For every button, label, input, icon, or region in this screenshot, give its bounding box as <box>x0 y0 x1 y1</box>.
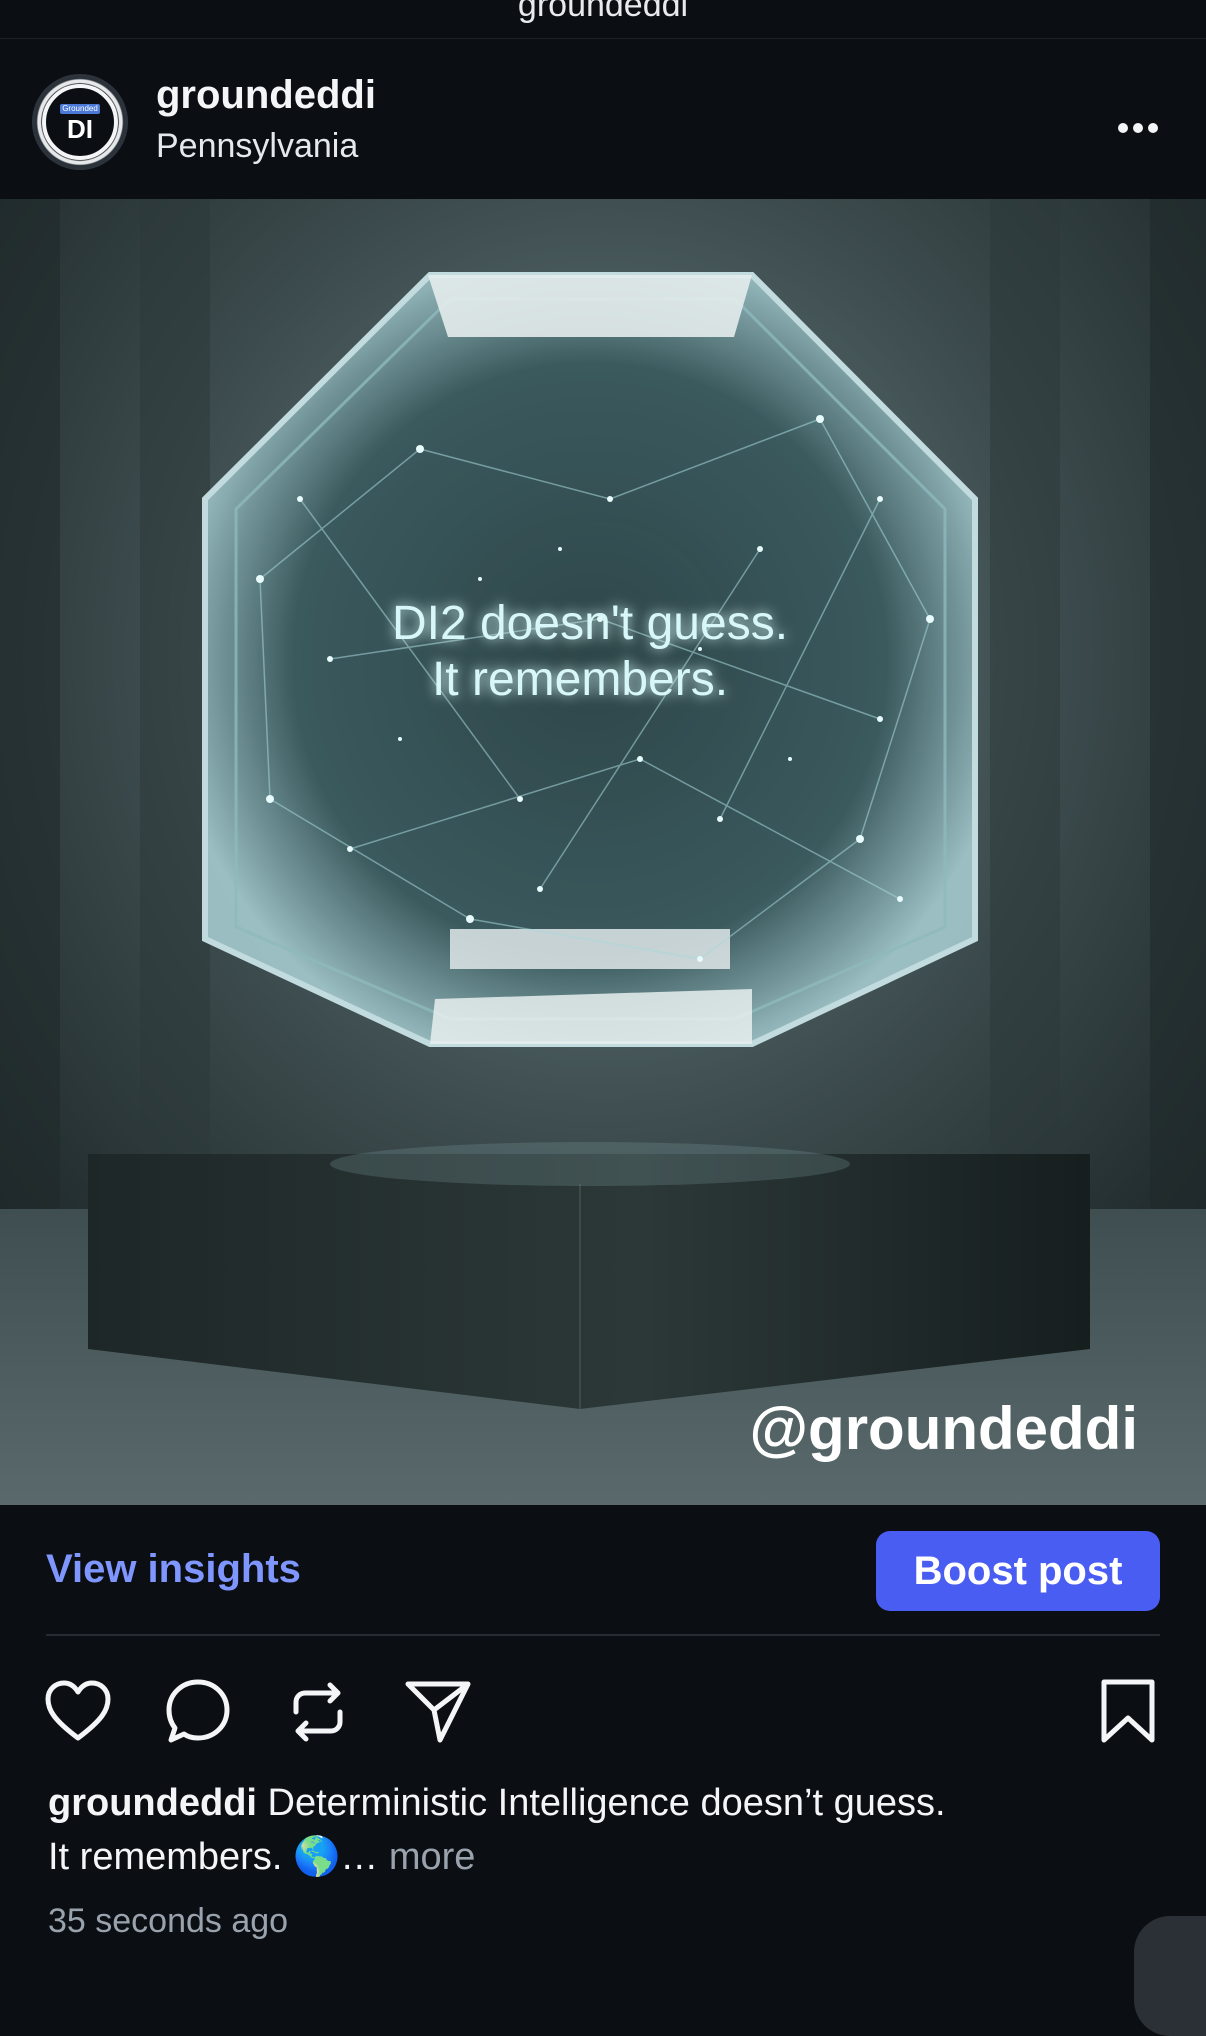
send-icon[interactable] <box>402 1676 474 1748</box>
view-insights-link[interactable]: View insights <box>46 1547 301 1592</box>
post-timestamp: 35 seconds ago <box>48 1902 289 1940</box>
avatar-logo: Grounded DI <box>42 84 118 160</box>
post-image-headline-1: DI2 doesn't guess. <box>392 597 788 650</box>
globe-emoji-icon: 🌎 <box>292 1836 341 1878</box>
caption-more-link[interactable]: more <box>389 1836 476 1878</box>
top-bar: groundeddi <box>0 0 1206 39</box>
post-image-art: DI2 doesn't guess. It remembers. @ground… <box>0 199 1206 1505</box>
caption-username[interactable]: groundeddi <box>48 1782 257 1824</box>
more-horizontal-icon[interactable] <box>1108 111 1168 147</box>
divider <box>46 1634 1160 1636</box>
bookmark-icon[interactable] <box>1092 1676 1164 1748</box>
heart-icon[interactable] <box>42 1676 114 1748</box>
post-image-watermark: @groundeddi <box>750 1395 1138 1462</box>
comment-icon[interactable] <box>162 1676 234 1748</box>
post-location[interactable]: Pennsylvania <box>156 127 358 166</box>
top-bar-title: groundeddi <box>517 0 689 24</box>
post-header: Grounded DI groundeddi Pennsylvania <box>0 39 1206 199</box>
avatar[interactable]: Grounded DI <box>32 74 128 170</box>
caption-text-2: It remembers. <box>48 1836 293 1878</box>
insights-row: View insights Boost post <box>0 1505 1206 1635</box>
caption-text-1: Deterministic Intelligence doesn’t guess… <box>256 1782 946 1824</box>
post-username[interactable]: groundeddi <box>156 73 376 118</box>
avatar-monogram: DI <box>67 114 93 144</box>
post-image-headline-2: It remembers. <box>432 653 728 706</box>
post-image[interactable]: DI2 doesn't guess. It remembers. @ground… <box>0 199 1206 1505</box>
boost-post-button[interactable]: Boost post <box>876 1531 1160 1611</box>
repost-icon[interactable] <box>282 1676 354 1748</box>
post-caption: groundeddi Deterministic Intelligence do… <box>48 1776 1148 1884</box>
avatar-badge: Grounded <box>60 104 100 114</box>
caption-ellipsis: … <box>340 1836 389 1878</box>
floating-button[interactable] <box>1134 1916 1206 2036</box>
action-bar <box>0 1670 1206 1750</box>
